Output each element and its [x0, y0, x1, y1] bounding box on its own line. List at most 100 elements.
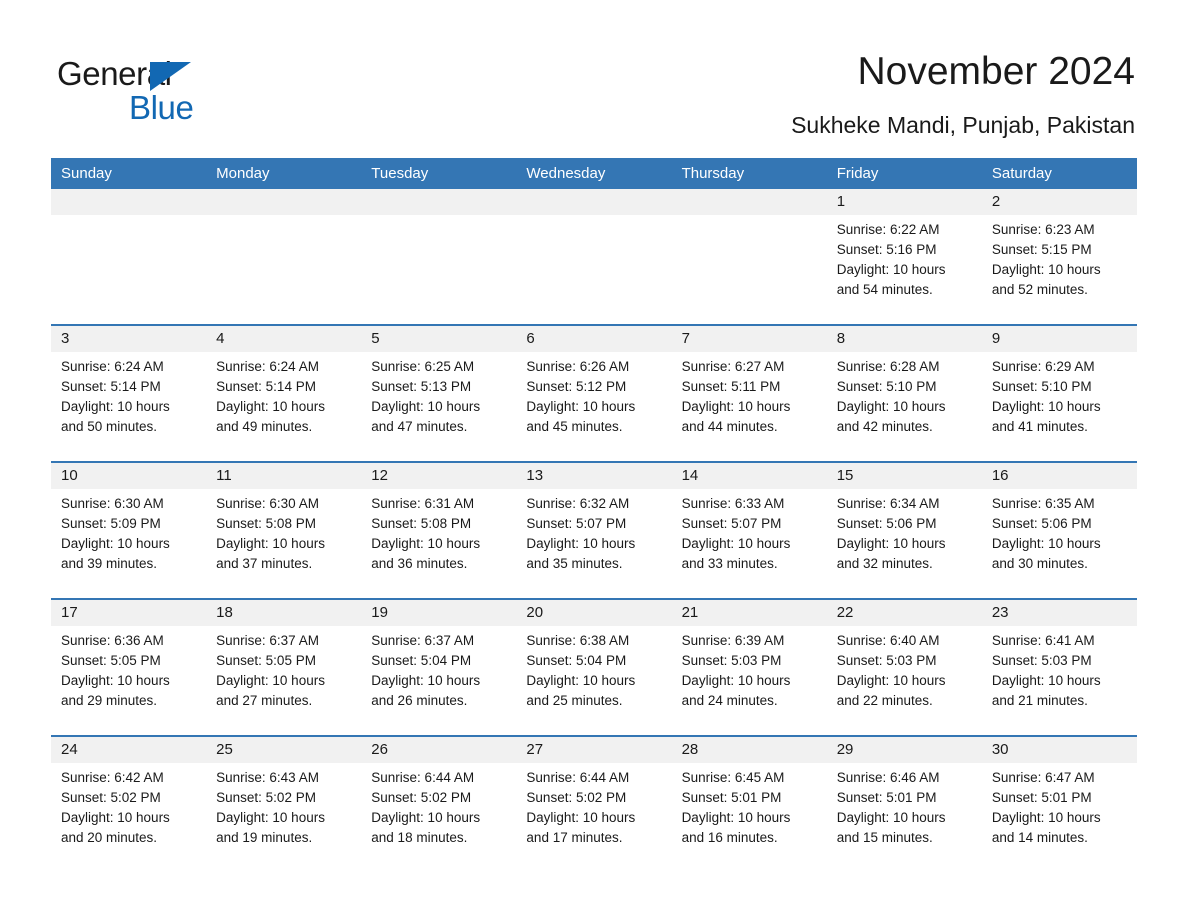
day-cell-15[interactable]: 15 Sunrise: 6:34 AM Sunset: 5:06 PM Dayligh…: [826, 463, 982, 598]
day-number: 17: [61, 604, 78, 621]
day-sun-info: [51, 215, 206, 220]
weekday-header-tuesday: Tuesday: [371, 165, 429, 182]
day-info-line: Sunrise: 6:47 AM: [991, 770, 1095, 785]
day-sun-info: Sunrise: 6:28 AM Sunset: 5:10 PM Daylight:…: [827, 352, 982, 437]
day-info-line: Daylight: 10 hours: [991, 536, 1101, 551]
day-cell-7[interactable]: 7 Sunrise: 6:27 AM Sunset: 5:11 PM Daylight…: [671, 326, 827, 461]
day-number-strip: 14: [671, 463, 827, 489]
day-cell-17[interactable]: 17 Sunrise: 6:36 AM Sunset: 5:05 PM Dayligh…: [51, 600, 207, 735]
day-info-line: and 15 minutes.: [836, 830, 933, 845]
day-info-line: Sunrise: 6:34 AM: [836, 496, 940, 511]
weekday-header-thursday: Thursday: [681, 165, 745, 182]
day-number: 2: [991, 193, 1001, 210]
calendar-weeks: 1 Sunrise: 6:22 AM Sunset: 5:16 PM Daylight…: [51, 189, 1137, 872]
day-sun-info: Sunrise: 6:36 AM Sunset: 5:05 PM Daylight:…: [51, 626, 206, 711]
day-number: 21: [681, 604, 699, 621]
day-sun-info: Sunrise: 6:34 AM Sunset: 5:06 PM Daylight:…: [827, 489, 982, 574]
day-number: 25: [216, 741, 233, 758]
day-sun-info: Sunrise: 6:35 AM Sunset: 5:06 PM Daylight:…: [982, 489, 1137, 574]
day-info-line: Sunset: 5:08 PM: [371, 516, 472, 531]
day-cell-24[interactable]: 24 Sunrise: 6:42 AM Sunset: 5:02 PM Dayligh…: [51, 737, 207, 872]
day-info-line: Daylight: 10 hours: [526, 536, 636, 551]
day-info-line: and 20 minutes.: [61, 830, 158, 845]
day-cell-13[interactable]: 13 Sunrise: 6:32 AM Sunset: 5:07 PM Dayligh…: [516, 463, 672, 598]
day-cell-30[interactable]: 30 Sunrise: 6:47 AM Sunset: 5:01 PM Dayligh…: [981, 737, 1137, 872]
calendar-week-row: 17 Sunrise: 6:36 AM Sunset: 5:05 PM Dayligh…: [51, 598, 1137, 735]
day-cell-4[interactable]: 4 Sunrise: 6:24 AM Sunset: 5:14 PM Daylight…: [206, 326, 362, 461]
day-cell-3[interactable]: 3 Sunrise: 6:24 AM Sunset: 5:14 PM Daylight…: [51, 326, 207, 461]
day-cell-empty: [671, 189, 827, 324]
day-sun-info: Sunrise: 6:44 AM Sunset: 5:02 PM Daylight:…: [361, 763, 516, 848]
day-info-line: Sunset: 5:03 PM: [991, 653, 1092, 668]
day-cell-11[interactable]: 11 Sunrise: 6:30 AM Sunset: 5:08 PM Dayligh…: [206, 463, 362, 598]
day-cell-23[interactable]: 23 Sunrise: 6:41 AM Sunset: 5:03 PM Dayligh…: [981, 600, 1137, 735]
day-number-strip: 7: [671, 326, 827, 352]
day-sun-info: Sunrise: 6:47 AM Sunset: 5:01 PM Daylight:…: [982, 763, 1137, 848]
weekday-header-row: Sunday Monday Tuesday Wednesday Thursday Frid…: [51, 158, 1137, 189]
day-sun-info: Sunrise: 6:32 AM Sunset: 5:07 PM Daylight:…: [516, 489, 671, 574]
logo-triangle-icon: [150, 62, 191, 91]
day-info-line: and 29 minutes.: [61, 693, 158, 708]
day-info-line: Sunset: 5:15 PM: [991, 242, 1092, 257]
day-cell-14[interactable]: 14 Sunrise: 6:33 AM Sunset: 5:07 PM Dayligh…: [671, 463, 827, 598]
day-cell-5[interactable]: 5 Sunrise: 6:25 AM Sunset: 5:13 PM Daylight…: [361, 326, 517, 461]
day-cell-25[interactable]: 25 Sunrise: 6:43 AM Sunset: 5:02 PM Dayligh…: [206, 737, 362, 872]
day-info-line: Sunset: 5:01 PM: [836, 790, 937, 805]
day-sun-info: [516, 215, 671, 220]
day-info-line: Daylight: 10 hours: [836, 262, 946, 277]
day-cell-19[interactable]: 19 Sunrise: 6:37 AM Sunset: 5:04 PM Dayligh…: [361, 600, 517, 735]
day-info-line: Sunrise: 6:27 AM: [681, 359, 785, 374]
day-cell-2[interactable]: 2 Sunrise: 6:23 AM Sunset: 5:15 PM Daylight…: [981, 189, 1137, 324]
day-number-strip: 3: [51, 326, 207, 352]
day-info-line: Sunrise: 6:33 AM: [681, 496, 785, 511]
day-sun-info: Sunrise: 6:23 AM Sunset: 5:15 PM Daylight:…: [982, 215, 1137, 300]
day-cell-22[interactable]: 22 Sunrise: 6:40 AM Sunset: 5:03 PM Dayligh…: [826, 600, 982, 735]
day-info-line: Sunset: 5:03 PM: [681, 653, 782, 668]
day-number: 8: [836, 330, 846, 347]
weekday-header-friday: Friday: [836, 165, 879, 182]
day-cell-29[interactable]: 29 Sunrise: 6:46 AM Sunset: 5:01 PM Dayligh…: [826, 737, 982, 872]
title-block: November 2024 Sukheke Mandi, Punjab, Pak…: [791, 48, 1135, 140]
day-info-line: and 47 minutes.: [371, 419, 468, 434]
day-number: 10: [61, 467, 78, 484]
day-cell-20[interactable]: 20 Sunrise: 6:38 AM Sunset: 5:04 PM Dayligh…: [516, 600, 672, 735]
day-cell-9[interactable]: 9 Sunrise: 6:29 AM Sunset: 5:10 PM Daylight…: [981, 326, 1137, 461]
day-cell-26[interactable]: 26 Sunrise: 6:44 AM Sunset: 5:02 PM Dayligh…: [361, 737, 517, 872]
day-sun-info: Sunrise: 6:22 AM Sunset: 5:16 PM Daylight:…: [827, 215, 982, 300]
day-sun-info: Sunrise: 6:39 AM Sunset: 5:03 PM Daylight:…: [672, 626, 827, 711]
generalblue-logo[interactable]: General Blue: [57, 55, 257, 133]
day-info-line: Sunset: 5:10 PM: [991, 379, 1092, 394]
day-number-strip: 16: [981, 463, 1137, 489]
day-cell-6[interactable]: 6 Sunrise: 6:26 AM Sunset: 5:12 PM Daylight…: [516, 326, 672, 461]
day-cell-1[interactable]: 1 Sunrise: 6:22 AM Sunset: 5:16 PM Daylight…: [826, 189, 982, 324]
day-info-line: Daylight: 10 hours: [991, 810, 1101, 825]
day-cell-28[interactable]: 28 Sunrise: 6:45 AM Sunset: 5:01 PM Dayligh…: [671, 737, 827, 872]
day-info-line: and 32 minutes.: [836, 556, 933, 571]
weekday-header-wednesday: Wednesday: [526, 165, 606, 182]
day-number: 15: [836, 467, 854, 484]
day-cell-27[interactable]: 27 Sunrise: 6:44 AM Sunset: 5:02 PM Dayligh…: [516, 737, 672, 872]
day-cell-18[interactable]: 18 Sunrise: 6:37 AM Sunset: 5:05 PM Dayligh…: [206, 600, 362, 735]
day-info-line: Sunset: 5:07 PM: [526, 516, 627, 531]
calendar-grid: Sunday Monday Tuesday Wednesday Thursday Frid…: [51, 158, 1137, 872]
day-info-line: Sunrise: 6:37 AM: [371, 633, 475, 648]
day-cell-16[interactable]: 16 Sunrise: 6:35 AM Sunset: 5:06 PM Dayligh…: [981, 463, 1137, 598]
day-info-line: Daylight: 10 hours: [681, 536, 791, 551]
day-cell-empty: [51, 189, 207, 324]
day-info-line: and 14 minutes.: [991, 830, 1088, 845]
day-info-line: and 26 minutes.: [371, 693, 468, 708]
day-cell-21[interactable]: 21 Sunrise: 6:39 AM Sunset: 5:03 PM Dayligh…: [671, 600, 827, 735]
day-info-line: Daylight: 10 hours: [216, 810, 325, 825]
day-sun-info: Sunrise: 6:30 AM Sunset: 5:09 PM Daylight:…: [51, 489, 206, 574]
day-number-strip: 28: [671, 737, 827, 763]
day-info-line: and 19 minutes.: [216, 830, 313, 845]
day-info-line: Sunrise: 6:24 AM: [61, 359, 164, 374]
day-cell-12[interactable]: 12 Sunrise: 6:31 AM Sunset: 5:08 PM Dayligh…: [361, 463, 517, 598]
day-info-line: Sunset: 5:05 PM: [61, 653, 161, 668]
day-info-line: Sunrise: 6:29 AM: [991, 359, 1095, 374]
day-info-line: and 24 minutes.: [681, 693, 778, 708]
day-cell-8[interactable]: 8 Sunrise: 6:28 AM Sunset: 5:10 PM Daylight…: [826, 326, 982, 461]
day-sun-info: Sunrise: 6:29 AM Sunset: 5:10 PM Daylight:…: [982, 352, 1137, 437]
day-cell-10[interactable]: 10 Sunrise: 6:30 AM Sunset: 5:09 PM Dayligh…: [51, 463, 207, 598]
day-number-strip: 25: [206, 737, 362, 763]
